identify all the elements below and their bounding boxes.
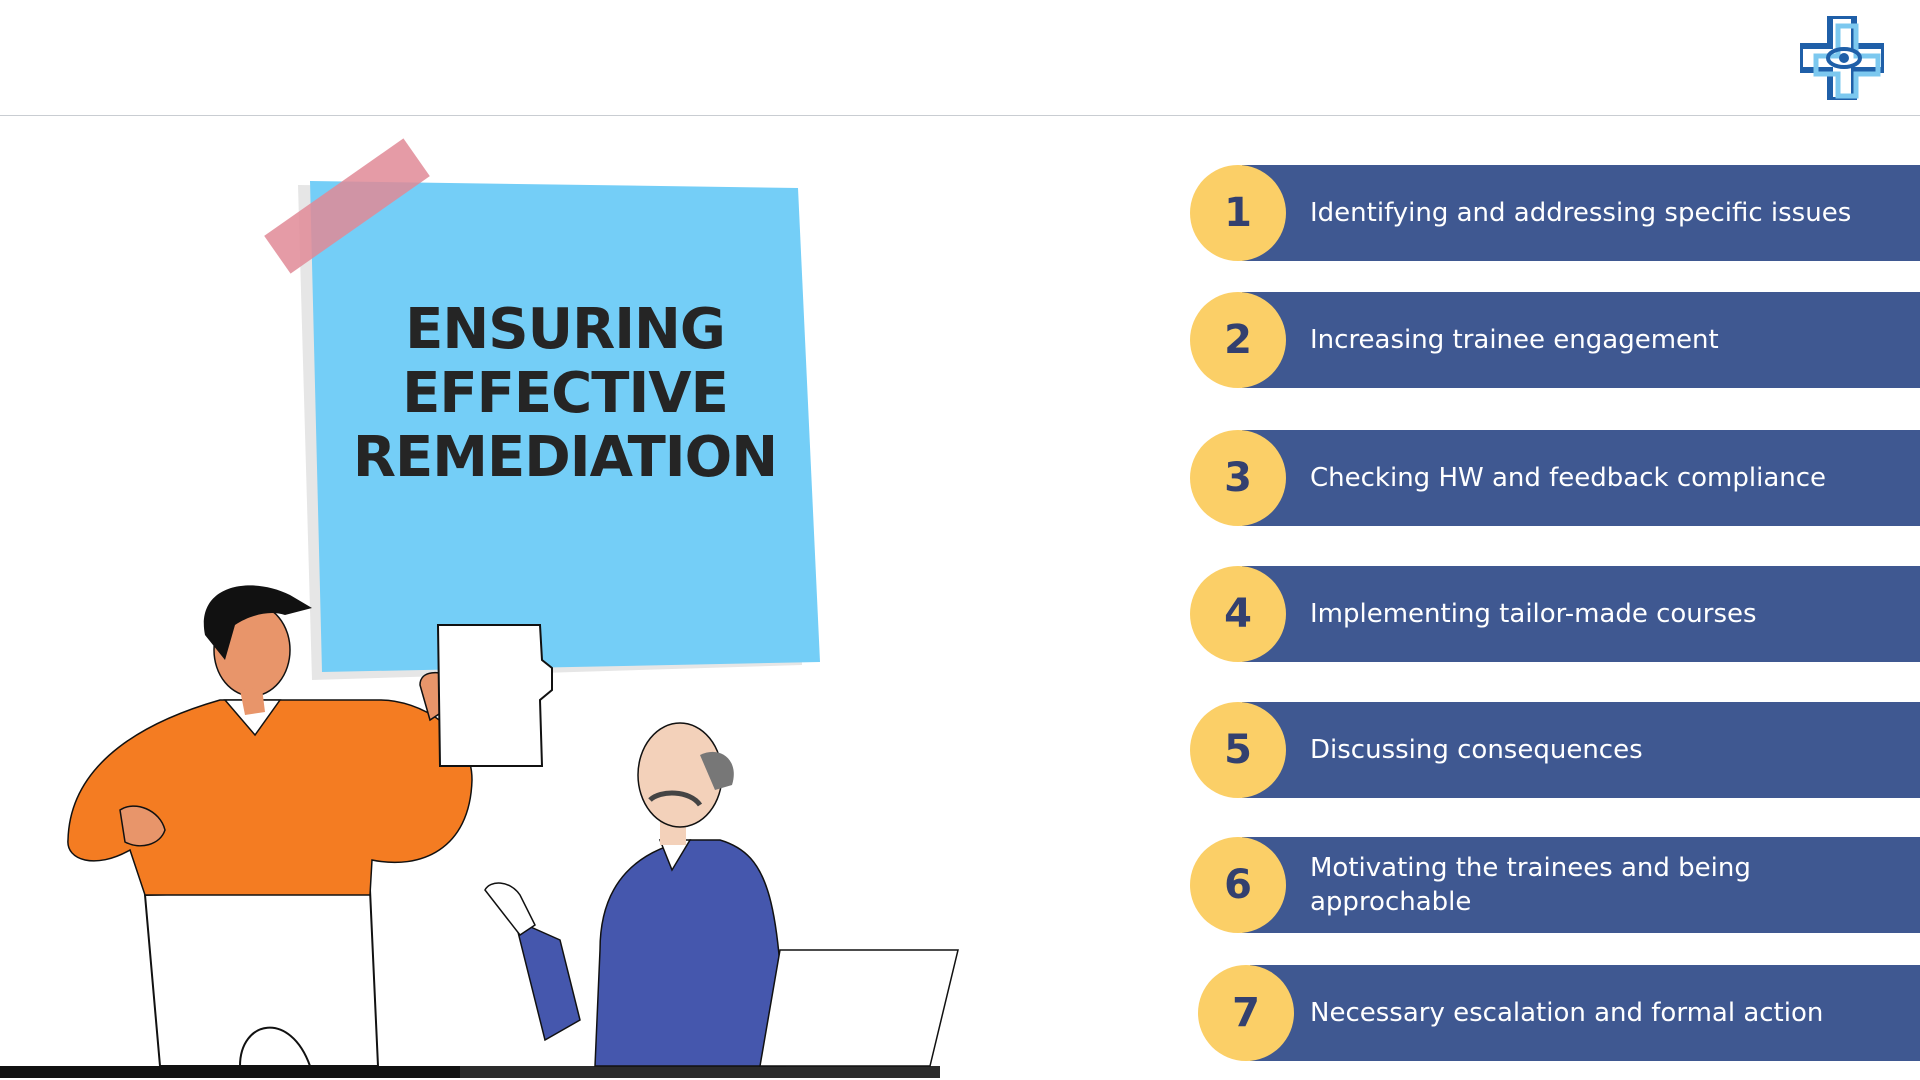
list-number-badge: 4 <box>1190 566 1286 662</box>
list-item: 5 Discussing consequences <box>1190 702 1920 800</box>
list-number-badge: 1 <box>1190 165 1286 261</box>
list-item: 4 Implementing tailor-made courses <box>1190 566 1920 664</box>
list-item-text: Necessary escalation and formal action <box>1310 998 1824 1028</box>
list-item-text: Motivating the trainees and being approc… <box>1310 853 1751 917</box>
list-item: 2 Increasing trainee engagement <box>1190 292 1920 390</box>
list-item: 3 Checking HW and feedback compliance <box>1190 430 1920 528</box>
list-number-badge: 5 <box>1190 702 1286 798</box>
list-item-text: Increasing trainee engagement <box>1310 325 1719 355</box>
list-number-badge: 3 <box>1190 430 1286 526</box>
laptop <box>759 949 959 1067</box>
list-item-text: Checking HW and feedback compliance <box>1310 463 1827 493</box>
list-number-badge: 6 <box>1190 837 1286 933</box>
note-title-line-1: ENSURING <box>405 297 726 362</box>
list-item: 7 Necessary escalation and formal action <box>1198 965 1920 1063</box>
standing-man <box>67 585 553 1067</box>
seated-man <box>484 722 959 1067</box>
list-item-text: Implementing tailor-made courses <box>1310 599 1757 629</box>
people-illustration <box>0 138 959 1078</box>
list-item-text: Discussing consequences <box>1310 735 1643 765</box>
medical-cross-eye-icon <box>1800 16 1884 100</box>
list-number-badge: 7 <box>1198 965 1294 1061</box>
note-title: ENSURING EFFECTIVE REMEDIATION <box>305 298 825 490</box>
list-number-badge: 2 <box>1190 292 1286 388</box>
note-title-line-3: REMEDIATION <box>352 425 778 490</box>
list-item: 6 Motivating the trainees and being appr… <box>1190 837 1920 935</box>
list-item: 1 Identifying and addressing specific is… <box>1190 165 1920 263</box>
note-title-line-2: EFFECTIVE <box>402 361 729 426</box>
header-divider <box>0 115 1920 116</box>
list-item-text: Identifying and addressing specific issu… <box>1310 198 1852 228</box>
